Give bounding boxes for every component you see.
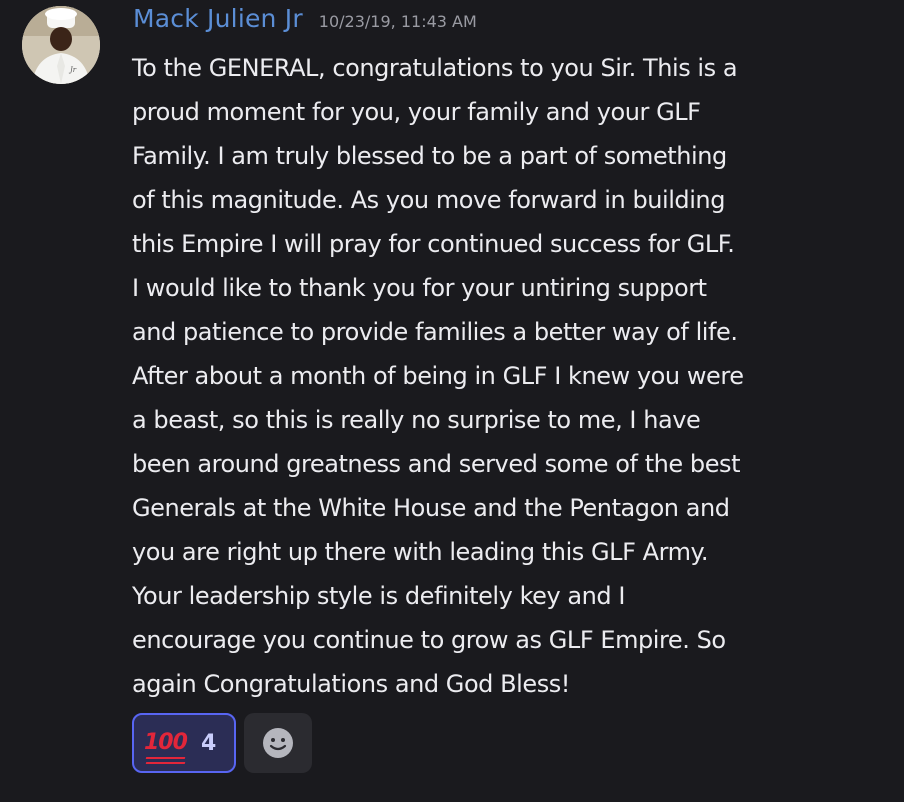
message-line: this Empire I will pray for continued su… <box>132 230 735 258</box>
message-line: and patience to provide families a bette… <box>132 318 738 346</box>
message-body: To the GENERAL, congratulations to you S… <box>132 46 872 706</box>
message-line: To the GENERAL, congratulations to you S… <box>132 54 738 82</box>
message-line: you are right up there with leading this… <box>132 538 709 566</box>
reaction-hundred-points[interactable]: 100 4 <box>132 713 236 773</box>
add-reaction-button[interactable] <box>244 713 312 773</box>
user-avatar[interactable]: Jr <box>22 6 100 84</box>
message-timestamp[interactable]: 10/23/19, 11:43 AM <box>319 12 477 31</box>
author-name[interactable]: Mack Julien Jr <box>133 4 303 33</box>
message-header: Mack Julien Jr 10/23/19, 11:43 AM <box>133 4 477 44</box>
hundred-points-emoji-icon: 100 <box>144 730 188 764</box>
message-line: Generals at the White House and the Pent… <box>132 494 730 522</box>
chef-avatar-icon: Jr <box>22 6 100 84</box>
reactions-bar: 100 4 <box>132 713 312 773</box>
message-line: Your leadership style is definitely key … <box>132 582 626 610</box>
message-line: proud moment for you, your family and yo… <box>132 98 701 126</box>
message-line: encourage you continue to grow as GLF Em… <box>132 626 726 654</box>
add-reaction-smiley-icon <box>263 728 293 758</box>
message-line: I would like to thank you for your untir… <box>132 274 707 302</box>
message-line: been around greatness and served some of… <box>132 450 741 478</box>
svg-text:Jr: Jr <box>68 66 77 74</box>
reaction-count: 4 <box>200 730 217 756</box>
reaction-emoji-text: 100 <box>144 730 188 755</box>
chat-message: Jr Mack Julien Jr 10/23/19, 11:43 AM To … <box>0 0 904 802</box>
message-line: of this magnitude. As you move forward i… <box>132 186 725 214</box>
message-line: Family. I am truly blessed to be a part … <box>132 142 727 170</box>
message-line: After about a month of being in GLF I kn… <box>132 362 744 390</box>
message-line: again Congratulations and God Bless! <box>132 670 570 698</box>
message-line: a beast, so this is really no surprise t… <box>132 406 701 434</box>
